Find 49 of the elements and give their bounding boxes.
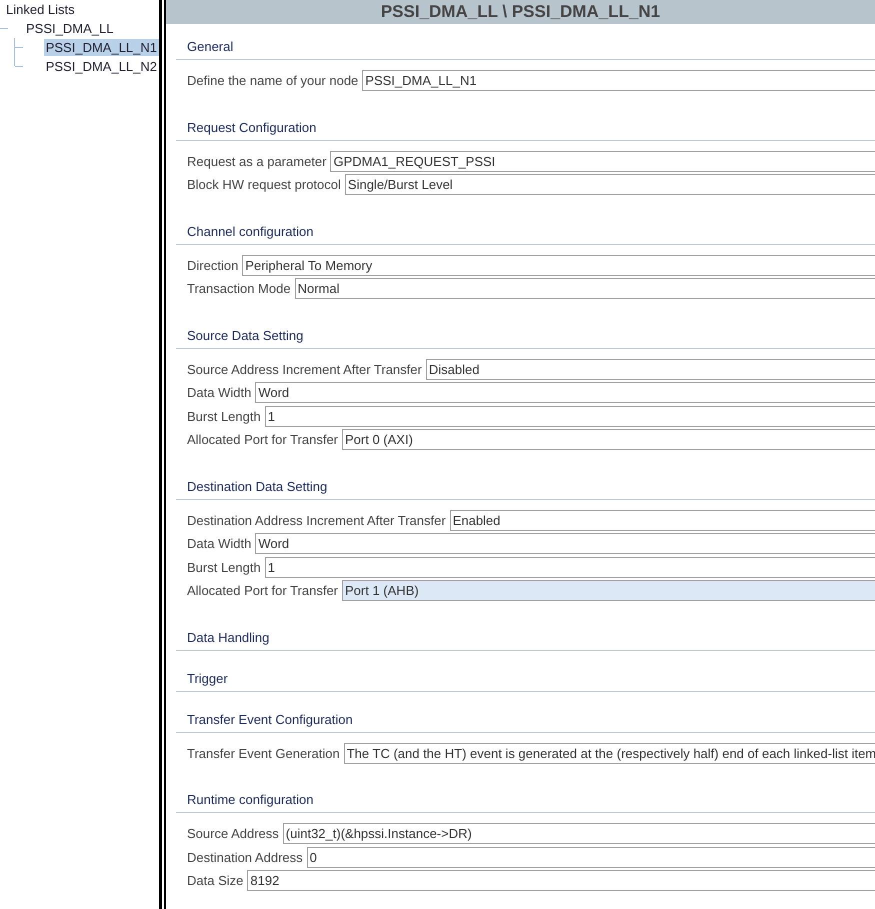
section-title: Transfer Event Configuration xyxy=(187,712,353,726)
tree-title: Linked Lists xyxy=(6,2,75,17)
input-field[interactable]: Word xyxy=(255,533,875,554)
input-field[interactable]: Port 0 (AXI) xyxy=(342,429,875,450)
section-title: General xyxy=(187,39,234,54)
field-label: Data Width xyxy=(187,385,252,400)
field-label: Source Address xyxy=(187,826,279,842)
section-title: Data Handling xyxy=(187,630,270,644)
section-title: Destination Data Setting xyxy=(187,478,328,494)
field-label: Direction xyxy=(187,258,238,273)
input-field[interactable]: The TC (and the HT) event is generated at the (respectively half) end of each linked-list item xyxy=(344,742,875,764)
field-label: Request as a parameter xyxy=(187,154,326,169)
input-field[interactable]: Normal xyxy=(294,278,875,300)
input-field[interactable]: Peripheral To Memory xyxy=(242,254,875,276)
field-label: Source Address Increment After Transfer xyxy=(187,362,422,377)
input-field[interactable]: 1 xyxy=(264,406,875,427)
field-label: Destination Address xyxy=(187,850,303,865)
input-field[interactable]: 0 xyxy=(306,846,875,868)
tree-item[interactable]: PSSI_DMA_LL_N2 xyxy=(44,58,159,75)
input-field[interactable]: 1 xyxy=(264,556,875,578)
splitter[interactable] xyxy=(159,0,166,909)
section-title: Channel configuration xyxy=(187,224,314,238)
input-field[interactable]: Disabled xyxy=(426,358,875,380)
tree-item[interactable]: PSSI_DMA_LL xyxy=(24,20,116,37)
field-label: Transaction Mode xyxy=(187,281,291,296)
input-field[interactable]: PSSI_DMA_LL_N1 xyxy=(362,70,875,92)
input-field[interactable]: Word xyxy=(255,382,875,404)
input-field[interactable]: Port 1 (AHB) xyxy=(342,580,875,602)
section-title: Source Data Setting xyxy=(187,328,304,342)
field-label: Data Width xyxy=(187,536,252,552)
field-label: Define the name of your node xyxy=(187,73,358,88)
section-title: Request Configuration xyxy=(187,120,316,134)
field-label: Allocated Port for Transfer xyxy=(187,583,338,598)
panel-title: PSSI_DMA_LL \ PSSI_DMA_LL_N1 xyxy=(380,2,660,21)
input-field[interactable]: Single/Burst Level xyxy=(344,174,875,196)
field-label: Allocated Port for Transfer xyxy=(187,432,338,448)
field-label: Burst Length xyxy=(187,408,261,424)
field-label: Transfer Event Generation xyxy=(187,746,340,761)
tree-item[interactable]: PSSI_DMA_LL_N1 xyxy=(44,39,159,56)
input-field[interactable]: GPDMA1_REQUEST_PSSI xyxy=(330,150,875,172)
input-field[interactable]: Enabled xyxy=(450,510,875,531)
field-label: Destination Address Increment After Transfer xyxy=(187,512,446,528)
input-field[interactable]: 8192 xyxy=(247,870,875,892)
input-field[interactable]: (uint32_t)(&hpssi.Instance->DR) xyxy=(282,823,875,844)
field-label: Data Size xyxy=(187,873,244,888)
field-label: Burst Length xyxy=(187,560,261,575)
section-title: Runtime configuration xyxy=(187,792,314,807)
section-title: Trigger xyxy=(187,670,228,686)
field-label: Block HW request protocol xyxy=(187,177,341,192)
